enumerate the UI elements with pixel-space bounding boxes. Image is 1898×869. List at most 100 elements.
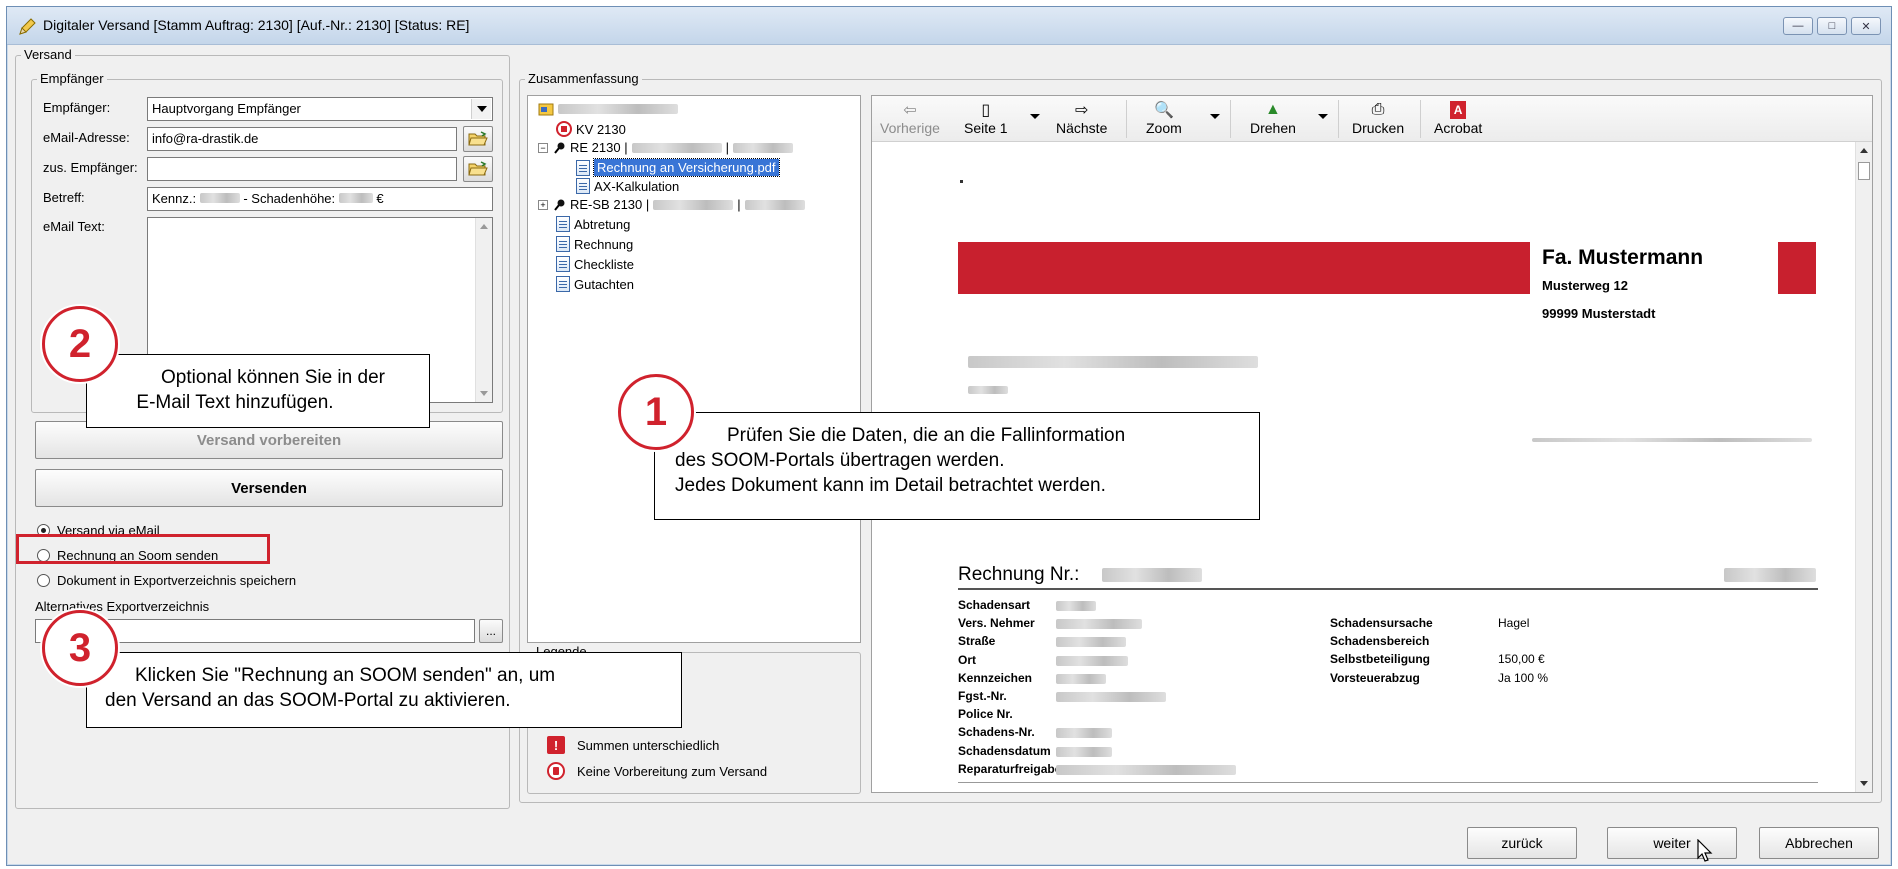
scroll-down-icon — [480, 391, 488, 396]
subject-prefix: Kennz.: — [152, 191, 197, 206]
collapse-icon: − — [538, 142, 548, 153]
pencil-icon — [19, 18, 36, 35]
acrobat-icon: A — [1450, 100, 1467, 120]
document-icon — [576, 178, 590, 194]
browse-button[interactable]: ... — [479, 619, 503, 643]
callout-one-line: Jedes Dokument kann im Detail betrachtet… — [675, 475, 1106, 496]
rotate-button[interactable]: ▲ Drehen — [1250, 100, 1296, 136]
legend-item: ! Summen unterschiedlich — [547, 736, 719, 754]
callout-two-line: E-Mail Text hinzufügen. — [136, 392, 334, 413]
chevron-down-icon — [471, 99, 491, 119]
close-button[interactable]: ✕ — [1851, 17, 1881, 35]
recipient-select-value: Hauptvorgang Empfänger — [152, 101, 301, 116]
invoice-field-right-value: Hagel — [1498, 616, 1530, 630]
scroll-up-icon — [480, 224, 488, 229]
tree-item-abtretung[interactable]: Abtretung — [556, 216, 630, 232]
chevron-down-icon[interactable] — [1318, 114, 1328, 119]
chevron-down-icon[interactable] — [1030, 114, 1040, 119]
recipient-select[interactable]: Hauptvorgang Empfänger — [147, 97, 493, 121]
prev-page-button[interactable]: ⇦ Vorherige — [880, 100, 940, 136]
document-icon — [556, 236, 570, 252]
zoom-label: Zoom — [1146, 120, 1182, 136]
legend-item: Keine Vorbereitung zum Versand — [547, 762, 767, 780]
mouse-cursor-icon — [1697, 839, 1713, 862]
zoom-button[interactable]: 🔍 Zoom — [1146, 100, 1182, 136]
close-icon: ✕ — [1861, 20, 1871, 33]
email-folder-button[interactable] — [463, 126, 493, 152]
callout-two-badge: 2 — [42, 306, 118, 382]
tree-root[interactable] — [538, 102, 678, 116]
redacted-value — [744, 199, 805, 210]
tree-item-checkliste[interactable]: Checkliste — [556, 256, 634, 272]
back-button[interactable]: zurück — [1467, 827, 1577, 859]
document-icon — [556, 216, 570, 232]
redacted-value — [631, 142, 722, 153]
invoice-field-left: Schadensart — [958, 598, 1031, 612]
tree-item-re-doc2-label: AX-Kalkulation — [594, 178, 680, 194]
viewer-scrollbar[interactable] — [1855, 142, 1872, 792]
print-button[interactable]: ⎙ Drucken — [1352, 100, 1404, 136]
subject-field[interactable]: Kennz.: - Schadenhöhe: € — [147, 187, 493, 211]
versand-group-label: Versand — [21, 47, 75, 62]
callout-one-line: Prüfen Sie die Daten, die an die Fallinf… — [727, 425, 1126, 446]
cc-folder-button[interactable] — [463, 156, 493, 182]
stop-hand-icon — [556, 121, 572, 137]
tree-item-re[interactable]: − RE 2130 | | — [538, 140, 793, 155]
redacted-date — [1532, 430, 1812, 445]
redacted-value — [1056, 746, 1112, 757]
invoice-field-right-label: Selbstbeteiligung — [1330, 652, 1431, 667]
maximize-button[interactable]: □ — [1817, 17, 1847, 35]
redacted-value — [732, 142, 793, 153]
tree-item-resb[interactable]: + RE-SB 2130 | | — [538, 197, 805, 212]
legend-label: Keine Vorbereitung zum Versand — [577, 763, 768, 779]
email-label: eMail-Adresse: — [43, 130, 130, 145]
callout-three-line: den Versand an das SOOM-Portal zu aktivi… — [105, 690, 511, 711]
invoice-field-left: Fgst.-Nr. — [958, 689, 1007, 703]
tree-item-rechnung[interactable]: Rechnung — [556, 236, 633, 252]
textarea-scrollbar[interactable] — [475, 218, 492, 402]
document-tree[interactable]: KV 2130 − RE 2130 | | Rechnung an Versic… — [527, 95, 861, 643]
redacted-value — [1056, 728, 1112, 739]
minimize-icon: — — [1792, 20, 1804, 32]
page-select-button[interactable]: ▯ Seite 1 — [964, 100, 1008, 136]
toolbar-divider — [1230, 100, 1231, 138]
tree-item-kv[interactable]: KV 2130 — [556, 121, 626, 137]
arrow-right-icon: ⇨ — [1074, 102, 1089, 119]
invoice-field-left: Straße — [958, 634, 996, 649]
tree-item-re-doc-selected[interactable]: Rechnung an Versicherung.pdf — [576, 158, 780, 177]
cancel-button[interactable]: Abbrechen — [1759, 827, 1879, 859]
tree-item-gutachten-label: Gutachten — [574, 276, 634, 292]
send-button[interactable]: Versenden — [35, 469, 503, 507]
cc-field[interactable] — [147, 157, 457, 181]
recipient-label: Empfänger: — [43, 100, 111, 115]
printer-icon: ⎙ — [1371, 101, 1385, 118]
email-field[interactable]: info@ra-drastik.de — [147, 127, 457, 151]
scroll-thumb[interactable] — [1858, 162, 1870, 180]
invoice-number-label: Rechnung Nr.: — [958, 564, 1080, 585]
toolbar-divider — [1420, 100, 1421, 138]
tree-item-re-doc2[interactable]: AX-Kalkulation — [576, 178, 679, 194]
subject-label: Betreff: — [43, 190, 85, 205]
folder-icon — [538, 103, 554, 116]
callout-three-line: Klicken Sie "Rechnung an SOOM senden" an… — [135, 665, 556, 686]
tree-item-abtretung-label: Abtretung — [574, 216, 631, 232]
toolbar-divider — [1338, 100, 1339, 138]
redacted-value — [1056, 764, 1236, 775]
company-city: 99999 Musterstadt — [1542, 306, 1656, 321]
document-icon — [556, 276, 570, 292]
document-icon — [576, 159, 590, 176]
minimize-button[interactable]: — — [1783, 17, 1813, 35]
acrobat-button[interactable]: A Acrobat — [1434, 100, 1482, 136]
acrobat-label: Acrobat — [1434, 120, 1483, 136]
next-page-label: Nächste — [1056, 120, 1108, 136]
company-name: Fa. Mustermann — [1542, 246, 1704, 269]
redacted-value — [1056, 655, 1128, 666]
chevron-down-icon[interactable] — [1210, 114, 1220, 119]
next-page-button[interactable]: ⇨ Nächste — [1056, 100, 1107, 136]
invoice-field-left: Vers. Nehmer — [958, 616, 1035, 631]
pin-icon — [554, 199, 565, 211]
option-export-radio[interactable]: Dokument in Exportverzeichnis speichern — [37, 573, 296, 588]
letterhead-bar-right — [1778, 242, 1816, 294]
next-button[interactable]: weiter — [1607, 827, 1737, 859]
tree-item-gutachten[interactable]: Gutachten — [556, 276, 634, 292]
